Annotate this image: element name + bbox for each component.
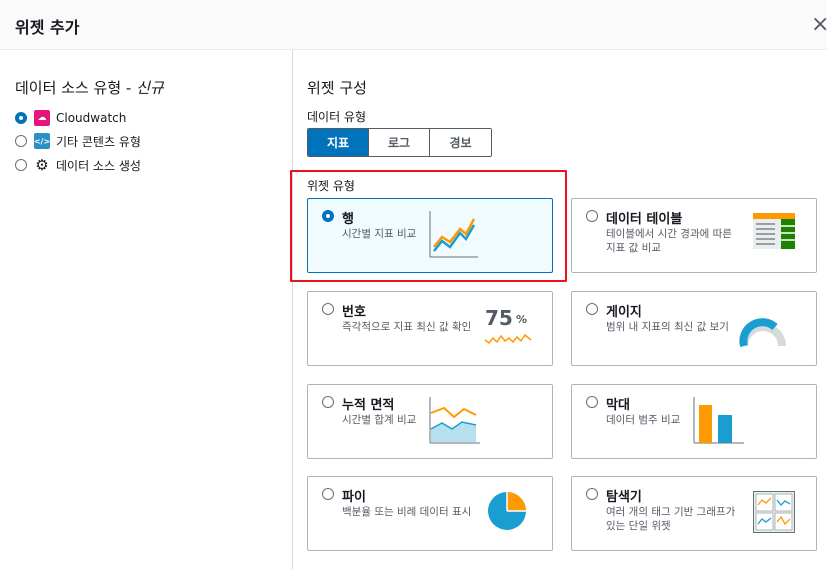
number-unit: % bbox=[516, 313, 528, 326]
source-option-label: 데이터 소스 생성 bbox=[56, 158, 141, 173]
source-option-cloudwatch[interactable]: ☁ Cloudwatch bbox=[15, 109, 126, 127]
close-icon[interactable]: × bbox=[811, 11, 827, 39]
widget-card-explorer[interactable]: 탐색기 여러 개의 태그 기반 그래프가 있는 단일 위젯 bbox=[571, 476, 817, 551]
radio-gauge[interactable] bbox=[586, 303, 598, 315]
data-source-heading: 데이터 소스 유형 - 신규 bbox=[15, 79, 164, 97]
radio-other-content[interactable] bbox=[15, 135, 27, 147]
cloudwatch-icon: ☁ bbox=[34, 110, 50, 126]
dialog-title: 위젯 추가 bbox=[15, 18, 80, 37]
widget-card-line[interactable]: 행 시간별 지표 비교 bbox=[307, 198, 553, 273]
card-description: 시간별 지표 비교 bbox=[342, 228, 417, 240]
card-description: 시간별 합계 비교 bbox=[342, 414, 417, 426]
data-type-metrics-button[interactable]: 지표 bbox=[308, 129, 369, 156]
table-icon bbox=[753, 213, 795, 249]
sparkline-icon bbox=[484, 333, 532, 345]
source-option-other-content[interactable]: </> 기타 콘텐츠 유형 bbox=[15, 132, 141, 150]
gauge-icon bbox=[739, 318, 786, 348]
radio-stacked-area[interactable] bbox=[322, 396, 334, 408]
area-chart-icon bbox=[429, 397, 480, 444]
gear-icon: ⚙ bbox=[35, 156, 49, 174]
source-option-label: Cloudwatch bbox=[56, 111, 127, 125]
line-chart-icon bbox=[429, 211, 478, 258]
data-source-pane bbox=[0, 50, 293, 569]
widget-card-data-table[interactable]: 데이터 테이블 테이블에서 시간 경과에 따른 지표 값 비교 bbox=[571, 198, 817, 273]
radio-cloudwatch[interactable] bbox=[15, 112, 27, 124]
data-type-alarms-button[interactable]: 경보 bbox=[430, 129, 491, 156]
radio-number[interactable] bbox=[322, 303, 334, 315]
card-title: 막대 bbox=[606, 398, 630, 413]
data-type-label: 데이터 유형 bbox=[307, 110, 367, 124]
radio-explorer[interactable] bbox=[586, 488, 598, 500]
radio-line[interactable] bbox=[322, 210, 334, 222]
widget-card-bar[interactable]: 막대 데이터 범주 비교 bbox=[571, 384, 817, 459]
source-option-create[interactable]: ⚙ 데이터 소스 생성 bbox=[15, 156, 141, 174]
number-value: 75 bbox=[485, 306, 513, 330]
card-title: 데이터 테이블 bbox=[606, 212, 683, 227]
card-title: 탐색기 bbox=[606, 490, 642, 505]
card-title: 게이지 bbox=[606, 305, 642, 320]
widget-card-pie[interactable]: 파이 백분율 또는 비례 데이터 표시 bbox=[307, 476, 553, 551]
card-title: 번호 bbox=[342, 305, 366, 320]
card-description: 범위 내 지표의 최신 값 보기 bbox=[606, 321, 729, 333]
card-title: 누적 면적 bbox=[342, 398, 395, 413]
radio-bar[interactable] bbox=[586, 396, 598, 408]
card-description: 데이터 범주 비교 bbox=[606, 414, 681, 426]
card-description: 여러 개의 태그 기반 그래프가 있는 단일 위젯 bbox=[606, 506, 736, 532]
card-title: 파이 bbox=[342, 490, 366, 505]
radio-pie[interactable] bbox=[322, 488, 334, 500]
card-title: 행 bbox=[342, 212, 354, 227]
radio-data-table[interactable] bbox=[586, 210, 598, 222]
source-option-label: 기타 콘텐츠 유형 bbox=[56, 134, 141, 149]
card-description: 즉각적으로 지표 최신 값 확인 bbox=[342, 321, 472, 333]
widget-type-label: 위젯 유형 bbox=[307, 179, 355, 193]
card-description: 백분율 또는 비례 데이터 표시 bbox=[342, 506, 472, 518]
widget-card-number[interactable]: 번호 즉각적으로 지표 최신 값 확인 75 % bbox=[307, 291, 553, 366]
widget-card-stacked-area[interactable]: 누적 면적 시간별 합계 비교 bbox=[307, 384, 553, 459]
data-type-segmented-control: 지표 로그 경보 bbox=[307, 128, 492, 157]
explorer-icon bbox=[753, 491, 795, 533]
card-description: 테이블에서 시간 경과에 따른 지표 값 비교 bbox=[606, 228, 732, 254]
code-icon: </> bbox=[34, 133, 50, 149]
bar-chart-icon bbox=[693, 397, 744, 444]
pie-chart-icon bbox=[488, 492, 526, 530]
dialog-header: 위젯 추가 × bbox=[0, 0, 827, 50]
radio-create-source[interactable] bbox=[15, 159, 27, 171]
data-type-logs-button[interactable]: 로그 bbox=[369, 129, 430, 156]
widget-config-heading: 위젯 구성 bbox=[307, 79, 367, 97]
widget-card-gauge[interactable]: 게이지 범위 내 지표의 최신 값 보기 bbox=[571, 291, 817, 366]
